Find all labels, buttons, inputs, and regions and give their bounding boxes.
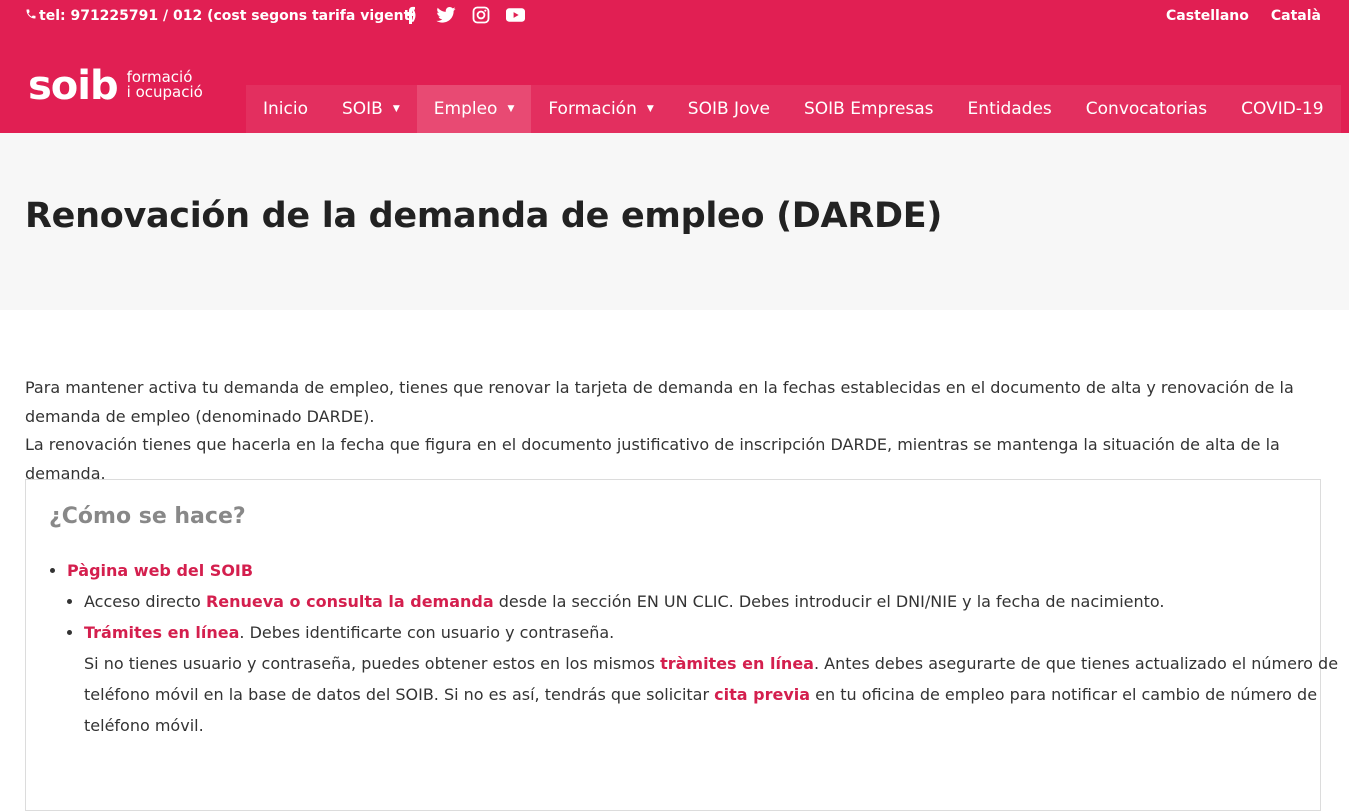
youtube-icon[interactable] [498, 5, 533, 25]
soib-logo[interactable]: soib formació i ocupació [28, 66, 203, 106]
instagram-icon[interactable] [463, 5, 498, 25]
social-links [393, 5, 533, 25]
nav-item-covid-19[interactable]: COVID-19 [1224, 85, 1340, 133]
how-to-list: Pàgina web del SOIB Acceso directo Renue… [26, 555, 1347, 741]
logo-tagline: formació i ocupació [126, 68, 203, 101]
how-to-heading: ¿Cómo se hace? [49, 504, 246, 529]
how-to-sublist: Acceso directo Renueva o consulta la dem… [67, 586, 1347, 741]
nav-item-empleo[interactable]: Empleo ▼ [416, 85, 532, 133]
list-item: Trámites en línea. Debes identificarte c… [84, 617, 1347, 741]
top-bar: tel: 971225791 / 012 (cost segons tarifa… [0, 0, 1349, 34]
online-procedures-link-2[interactable]: tràmites en línea [660, 654, 814, 673]
appointment-link[interactable]: cita previa [714, 685, 810, 704]
intro-paragraph-1: Para mantener activa tu demanda de emple… [25, 378, 1294, 426]
logo-wordmark: soib [28, 63, 119, 109]
nav-item-inicio[interactable]: Inicio [246, 85, 325, 133]
language-switcher: Castellano Català [1166, 8, 1321, 24]
list-item: Pàgina web del SOIB Acceso directo Renue… [67, 555, 1347, 741]
facebook-icon[interactable] [393, 5, 428, 25]
nav-item-entidades[interactable]: Entidades [951, 85, 1069, 133]
page-title: Renovación de la demanda de empleo (DARD… [25, 196, 943, 236]
soib-website-link[interactable]: Pàgina web del SOIB [67, 561, 253, 580]
nav-item-soib-empresas[interactable]: SOIB Empresas [787, 85, 951, 133]
phone-info: tel: 971225791 / 012 (cost segons tarifa… [25, 8, 417, 24]
main-nav: Inicio SOIB ▼ Empleo ▼ Formación ▼ SOIB Jov… [246, 85, 1341, 133]
lang-castellano-link[interactable]: Castellano [1166, 8, 1249, 24]
phone-icon [25, 8, 37, 24]
nav-item-soib[interactable]: SOIB ▼ [325, 85, 417, 133]
twitter-icon[interactable] [428, 5, 463, 25]
intro-text: Para mantener activa tu demanda de emple… [25, 374, 1330, 488]
page-title-band: Renovación de la demanda de empleo (DARD… [0, 133, 1349, 310]
lang-catala-link[interactable]: Català [1271, 8, 1321, 24]
renew-demand-link[interactable]: Renueva o consulta la demanda [206, 592, 494, 611]
nav-item-convocatorias[interactable]: Convocatorias [1069, 85, 1224, 133]
nav-item-formacion[interactable]: Formación ▼ [531, 85, 670, 133]
site-header: tel: 971225791 / 012 (cost segons tarifa… [0, 0, 1349, 133]
how-to-box: ¿Cómo se hace? Pàgina web del SOIB Acces… [25, 479, 1338, 811]
caret-down-icon: ▼ [646, 104, 654, 114]
online-procedures-link[interactable]: Trámites en línea [84, 623, 239, 642]
caret-down-icon: ▼ [392, 104, 400, 114]
phone-text: tel: 971225791 / 012 (cost segons tarifa… [39, 8, 417, 24]
list-item: Acceso directo Renueva o consulta la dem… [84, 586, 1347, 617]
nav-item-soib-jove[interactable]: SOIB Jove [671, 85, 787, 133]
caret-down-icon: ▼ [507, 104, 515, 114]
